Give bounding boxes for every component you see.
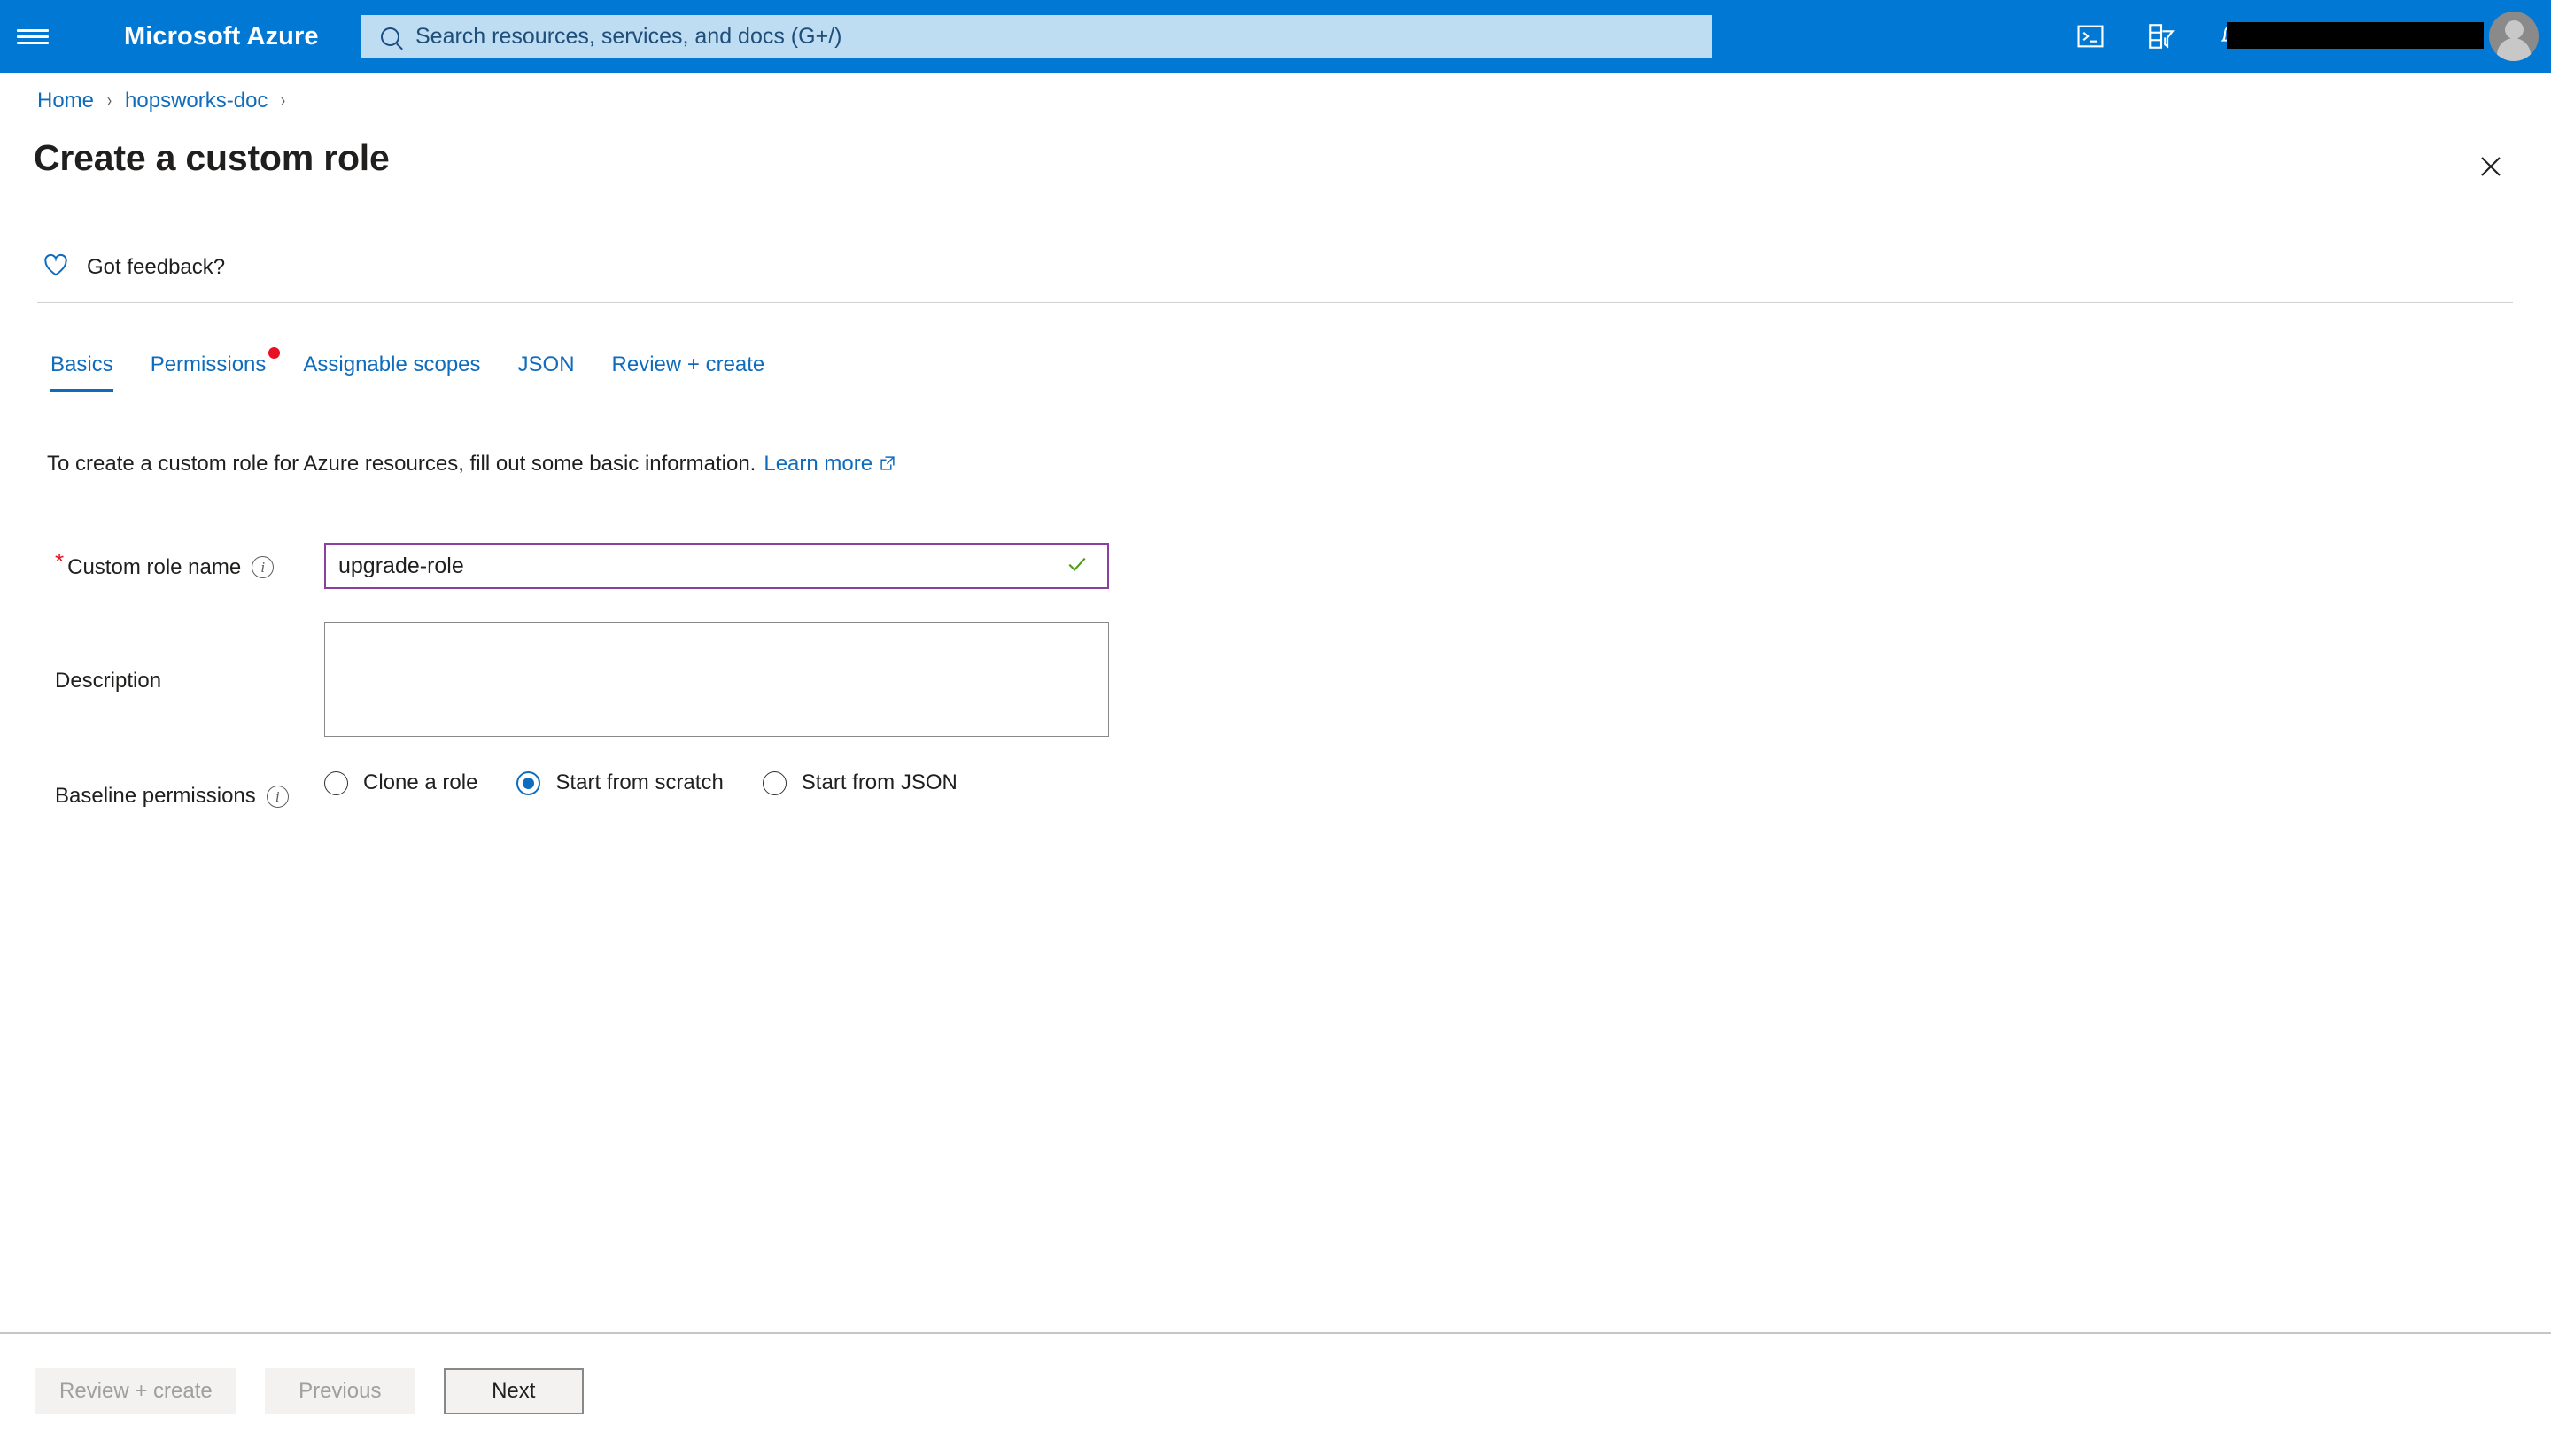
azure-top-header: Microsoft Azure Search resources, servic…	[0, 0, 2551, 73]
tab-permissions-label: Permissions	[150, 352, 267, 376]
intro-text: To create a custom role for Azure resour…	[47, 452, 756, 476]
user-avatar[interactable]	[2489, 12, 2539, 61]
wizard-footer: Review + create Previous Next	[35, 1368, 612, 1414]
radio-button-clone-a-role[interactable]	[324, 771, 348, 795]
close-icon[interactable]	[2466, 142, 2516, 191]
custom-role-name-input[interactable]: upgrade-role	[324, 543, 1109, 589]
azure-brand-logo[interactable]: Microsoft Azure	[124, 22, 319, 51]
required-marker: *	[55, 548, 65, 575]
radio-label-clone-a-role: Clone a role	[363, 771, 478, 794]
baseline-permissions-info-icon[interactable]: i	[266, 785, 289, 808]
account-name-redaction	[2227, 22, 2484, 49]
tab-json-label: JSON	[517, 352, 575, 376]
hamburger-bar	[17, 35, 49, 38]
tab-json[interactable]: JSON	[518, 352, 575, 392]
previous-button[interactable]: Previous	[264, 1368, 415, 1414]
footer-divider	[0, 1332, 2551, 1334]
description-label: Description	[55, 669, 161, 693]
breadcrumb: Home › hopsworks-doc ›	[37, 89, 299, 113]
review-create-button[interactable]: Review + create	[35, 1368, 236, 1414]
tab-review-create[interactable]: Review + create	[612, 352, 765, 392]
account-text: DEFAULT DIRECTORY	[2227, 22, 2484, 49]
breadcrumb-item-hopsworks-doc[interactable]: hopsworks-doc	[125, 89, 268, 113]
tab-basics[interactable]: Basics	[50, 352, 113, 392]
radio-option-start-from-scratch[interactable]: Start from scratch	[516, 771, 724, 795]
tab-assignable-scopes-label: Assignable scopes	[303, 352, 481, 376]
custom-role-name-label: * Custom role name i	[55, 548, 275, 581]
directory-filter-icon[interactable]	[2126, 0, 2197, 73]
global-search-input[interactable]: Search resources, services, and docs (G+…	[361, 15, 1712, 58]
got-feedback-button[interactable]: Got feedback?	[43, 252, 225, 282]
breadcrumb-separator-icon: ›	[281, 90, 286, 111]
hamburger-bar	[17, 28, 49, 32]
radio-option-start-from-json[interactable]: Start from JSON	[762, 771, 958, 795]
custom-role-name-info-icon[interactable]: i	[252, 556, 275, 578]
description-textarea[interactable]	[324, 622, 1109, 737]
tab-basics-label: Basics	[50, 352, 113, 376]
custom-role-name-value: upgrade-role	[338, 553, 464, 578]
learn-more-link[interactable]: Learn more	[764, 452, 872, 476]
tab-assignable-scopes[interactable]: Assignable scopes	[303, 352, 480, 392]
radio-button-start-from-json[interactable]	[762, 771, 787, 795]
baseline-permissions-label: Baseline permissions i	[55, 784, 289, 809]
radio-button-start-from-scratch[interactable]	[516, 771, 541, 795]
heart-icon	[43, 252, 69, 282]
tab-review-create-label: Review + create	[611, 352, 765, 376]
intro-description: To create a custom role for Azure resour…	[47, 452, 896, 476]
external-link-icon	[879, 453, 896, 478]
page-title: Create a custom role	[34, 137, 390, 178]
previous-button-label: Previous	[299, 1379, 382, 1403]
radio-label-start-from-scratch: Start from scratch	[555, 771, 724, 794]
next-button[interactable]: Next	[443, 1368, 584, 1414]
search-icon	[381, 27, 399, 46]
hamburger-bar	[17, 41, 49, 44]
tab-permissions-badge-dot	[268, 347, 281, 359]
account-menu[interactable]: DEFAULT DIRECTORY	[2227, 0, 2551, 73]
baseline-permissions-radio-group: Clone a role Start from scratch Start fr…	[324, 771, 996, 795]
next-button-label: Next	[492, 1379, 536, 1403]
description-label-text: Description	[55, 669, 162, 693]
got-feedback-label: Got feedback?	[87, 254, 226, 279]
hamburger-menu-icon[interactable]	[0, 0, 66, 73]
custom-role-name-label-text: Custom role name	[67, 554, 242, 579]
review-create-button-label: Review + create	[59, 1379, 213, 1403]
breadcrumb-separator-icon: ›	[106, 90, 112, 111]
header-divider	[37, 302, 2513, 303]
checkmark-icon	[1065, 552, 1089, 581]
tab-permissions[interactable]: Permissions	[150, 347, 281, 392]
radio-option-clone-a-role[interactable]: Clone a role	[324, 771, 477, 795]
breadcrumb-item-home[interactable]: Home	[37, 89, 94, 113]
radio-label-start-from-json: Start from JSON	[801, 771, 958, 794]
global-search-placeholder: Search resources, services, and docs (G+…	[415, 24, 842, 49]
baseline-permissions-label-text: Baseline permissions	[55, 784, 256, 808]
wizard-tabs: Basics Permissions Assignable scopes JSO…	[50, 347, 802, 392]
cloud-shell-icon[interactable]	[2055, 0, 2126, 73]
